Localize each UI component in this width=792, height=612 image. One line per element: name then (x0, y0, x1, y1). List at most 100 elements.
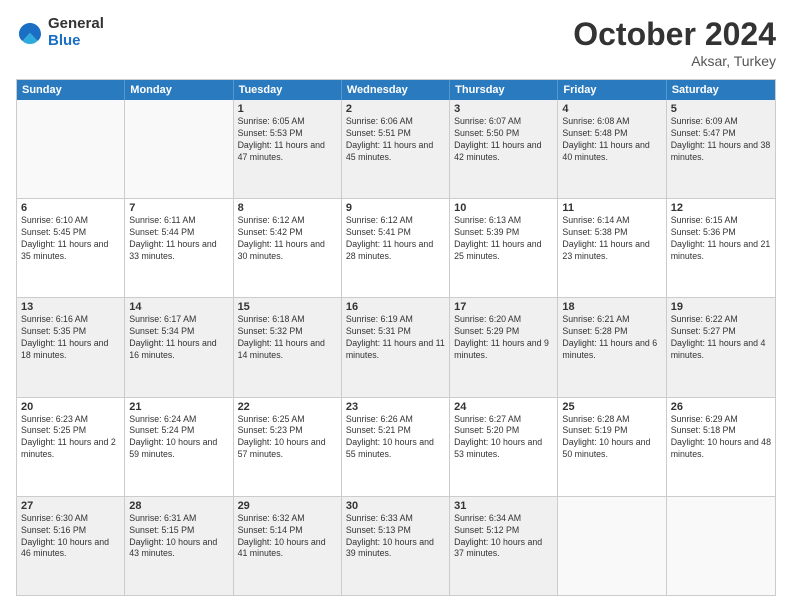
header: General Blue October 2024 Aksar, Turkey (16, 16, 776, 69)
calendar-cell: 2Sunrise: 6:06 AMSunset: 5:51 PMDaylight… (342, 100, 450, 198)
calendar-cell: 15Sunrise: 6:18 AMSunset: 5:32 PMDayligh… (234, 298, 342, 396)
cell-info: Sunrise: 6:13 AMSunset: 5:39 PMDaylight:… (454, 215, 553, 263)
cell-info: Sunrise: 6:25 AMSunset: 5:23 PMDaylight:… (238, 414, 337, 462)
day-number: 4 (562, 103, 661, 115)
calendar-cell: 26Sunrise: 6:29 AMSunset: 5:18 PMDayligh… (667, 398, 775, 496)
day-number: 14 (129, 301, 228, 313)
cell-info: Sunrise: 6:26 AMSunset: 5:21 PMDaylight:… (346, 414, 445, 462)
day-number: 29 (238, 500, 337, 512)
calendar-cell (558, 497, 666, 595)
calendar-cell (667, 497, 775, 595)
page: General Blue October 2024 Aksar, Turkey … (0, 0, 792, 612)
cell-info: Sunrise: 6:16 AMSunset: 5:35 PMDaylight:… (21, 314, 120, 362)
day-number: 13 (21, 301, 120, 313)
calendar-header: SundayMondayTuesdayWednesdayThursdayFrid… (17, 80, 775, 100)
calendar-cell: 14Sunrise: 6:17 AMSunset: 5:34 PMDayligh… (125, 298, 233, 396)
cell-info: Sunrise: 6:27 AMSunset: 5:20 PMDaylight:… (454, 414, 553, 462)
day-number: 31 (454, 500, 553, 512)
cell-info: Sunrise: 6:30 AMSunset: 5:16 PMDaylight:… (21, 513, 120, 561)
calendar-cell: 17Sunrise: 6:20 AMSunset: 5:29 PMDayligh… (450, 298, 558, 396)
cell-info: Sunrise: 6:08 AMSunset: 5:48 PMDaylight:… (562, 116, 661, 164)
cell-info: Sunrise: 6:10 AMSunset: 5:45 PMDaylight:… (21, 215, 120, 263)
day-number: 3 (454, 103, 553, 115)
calendar-cell: 16Sunrise: 6:19 AMSunset: 5:31 PMDayligh… (342, 298, 450, 396)
month-title: October 2024 (573, 16, 776, 53)
day-number: 7 (129, 202, 228, 214)
cell-info: Sunrise: 6:12 AMSunset: 5:41 PMDaylight:… (346, 215, 445, 263)
calendar-cell: 5Sunrise: 6:09 AMSunset: 5:47 PMDaylight… (667, 100, 775, 198)
cell-info: Sunrise: 6:28 AMSunset: 5:19 PMDaylight:… (562, 414, 661, 462)
day-number: 5 (671, 103, 771, 115)
calendar-cell: 7Sunrise: 6:11 AMSunset: 5:44 PMDaylight… (125, 199, 233, 297)
calendar-cell: 31Sunrise: 6:34 AMSunset: 5:12 PMDayligh… (450, 497, 558, 595)
logo-blue-text: Blue (48, 33, 104, 50)
calendar-cell (17, 100, 125, 198)
day-number: 24 (454, 401, 553, 413)
calendar-cell: 22Sunrise: 6:25 AMSunset: 5:23 PMDayligh… (234, 398, 342, 496)
calendar-row-3: 20Sunrise: 6:23 AMSunset: 5:25 PMDayligh… (17, 397, 775, 496)
cell-info: Sunrise: 6:19 AMSunset: 5:31 PMDaylight:… (346, 314, 445, 362)
calendar-cell: 24Sunrise: 6:27 AMSunset: 5:20 PMDayligh… (450, 398, 558, 496)
calendar-cell: 9Sunrise: 6:12 AMSunset: 5:41 PMDaylight… (342, 199, 450, 297)
day-number: 27 (21, 500, 120, 512)
cell-info: Sunrise: 6:06 AMSunset: 5:51 PMDaylight:… (346, 116, 445, 164)
calendar-cell: 23Sunrise: 6:26 AMSunset: 5:21 PMDayligh… (342, 398, 450, 496)
day-number: 19 (671, 301, 771, 313)
cell-info: Sunrise: 6:23 AMSunset: 5:25 PMDaylight:… (21, 414, 120, 462)
day-number: 18 (562, 301, 661, 313)
calendar-cell: 6Sunrise: 6:10 AMSunset: 5:45 PMDaylight… (17, 199, 125, 297)
calendar-cell: 12Sunrise: 6:15 AMSunset: 5:36 PMDayligh… (667, 199, 775, 297)
logo-general-text: General (48, 16, 104, 33)
weekday-header-saturday: Saturday (667, 80, 775, 100)
day-number: 8 (238, 202, 337, 214)
calendar-cell: 30Sunrise: 6:33 AMSunset: 5:13 PMDayligh… (342, 497, 450, 595)
location-title: Aksar, Turkey (573, 53, 776, 69)
day-number: 1 (238, 103, 337, 115)
calendar-row-0: 1Sunrise: 6:05 AMSunset: 5:53 PMDaylight… (17, 100, 775, 198)
logo-icon (16, 19, 44, 47)
day-number: 6 (21, 202, 120, 214)
weekday-header-sunday: Sunday (17, 80, 125, 100)
calendar-cell: 8Sunrise: 6:12 AMSunset: 5:42 PMDaylight… (234, 199, 342, 297)
calendar-cell: 25Sunrise: 6:28 AMSunset: 5:19 PMDayligh… (558, 398, 666, 496)
cell-info: Sunrise: 6:14 AMSunset: 5:38 PMDaylight:… (562, 215, 661, 263)
calendar-cell: 19Sunrise: 6:22 AMSunset: 5:27 PMDayligh… (667, 298, 775, 396)
day-number: 17 (454, 301, 553, 313)
calendar-row-1: 6Sunrise: 6:10 AMSunset: 5:45 PMDaylight… (17, 198, 775, 297)
day-number: 2 (346, 103, 445, 115)
calendar-cell: 28Sunrise: 6:31 AMSunset: 5:15 PMDayligh… (125, 497, 233, 595)
cell-info: Sunrise: 6:21 AMSunset: 5:28 PMDaylight:… (562, 314, 661, 362)
day-number: 12 (671, 202, 771, 214)
calendar-cell: 29Sunrise: 6:32 AMSunset: 5:14 PMDayligh… (234, 497, 342, 595)
cell-info: Sunrise: 6:07 AMSunset: 5:50 PMDaylight:… (454, 116, 553, 164)
logo: General Blue (16, 16, 104, 49)
calendar: SundayMondayTuesdayWednesdayThursdayFrid… (16, 79, 776, 596)
day-number: 20 (21, 401, 120, 413)
calendar-cell: 4Sunrise: 6:08 AMSunset: 5:48 PMDaylight… (558, 100, 666, 198)
cell-info: Sunrise: 6:24 AMSunset: 5:24 PMDaylight:… (129, 414, 228, 462)
day-number: 21 (129, 401, 228, 413)
cell-info: Sunrise: 6:15 AMSunset: 5:36 PMDaylight:… (671, 215, 771, 263)
cell-info: Sunrise: 6:18 AMSunset: 5:32 PMDaylight:… (238, 314, 337, 362)
weekday-header-monday: Monday (125, 80, 233, 100)
calendar-cell: 27Sunrise: 6:30 AMSunset: 5:16 PMDayligh… (17, 497, 125, 595)
calendar-cell: 10Sunrise: 6:13 AMSunset: 5:39 PMDayligh… (450, 199, 558, 297)
cell-info: Sunrise: 6:31 AMSunset: 5:15 PMDaylight:… (129, 513, 228, 561)
day-number: 9 (346, 202, 445, 214)
cell-info: Sunrise: 6:22 AMSunset: 5:27 PMDaylight:… (671, 314, 771, 362)
calendar-cell: 18Sunrise: 6:21 AMSunset: 5:28 PMDayligh… (558, 298, 666, 396)
cell-info: Sunrise: 6:11 AMSunset: 5:44 PMDaylight:… (129, 215, 228, 263)
calendar-cell: 13Sunrise: 6:16 AMSunset: 5:35 PMDayligh… (17, 298, 125, 396)
day-number: 25 (562, 401, 661, 413)
cell-info: Sunrise: 6:05 AMSunset: 5:53 PMDaylight:… (238, 116, 337, 164)
calendar-cell: 20Sunrise: 6:23 AMSunset: 5:25 PMDayligh… (17, 398, 125, 496)
title-block: October 2024 Aksar, Turkey (573, 16, 776, 69)
day-number: 22 (238, 401, 337, 413)
logo-text: General Blue (48, 16, 104, 49)
day-number: 26 (671, 401, 771, 413)
calendar-body: 1Sunrise: 6:05 AMSunset: 5:53 PMDaylight… (17, 100, 775, 595)
day-number: 10 (454, 202, 553, 214)
cell-info: Sunrise: 6:20 AMSunset: 5:29 PMDaylight:… (454, 314, 553, 362)
day-number: 23 (346, 401, 445, 413)
cell-info: Sunrise: 6:12 AMSunset: 5:42 PMDaylight:… (238, 215, 337, 263)
